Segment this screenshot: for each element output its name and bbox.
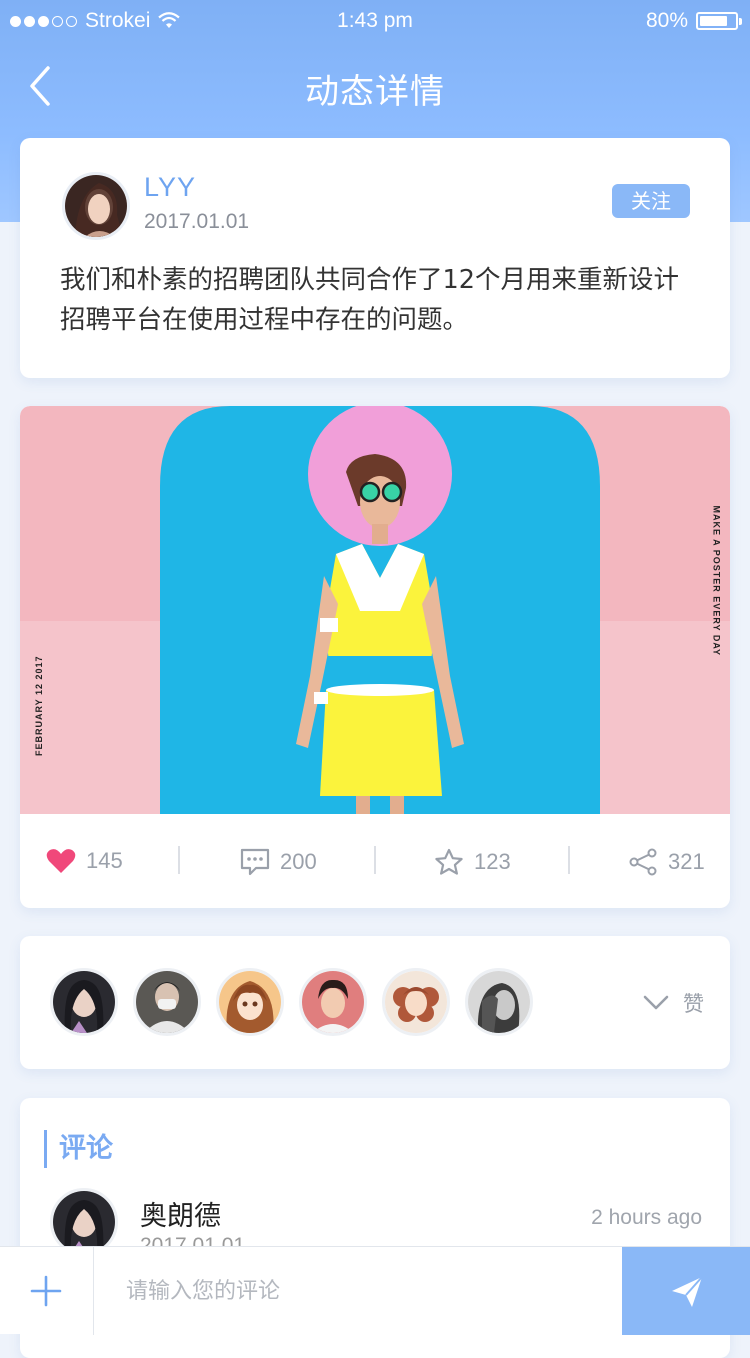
plus-icon <box>30 1275 62 1307</box>
stat-divider <box>178 846 180 874</box>
nav-bar: 动态详情 <box>0 50 750 120</box>
favorite-stat[interactable]: 123 <box>434 848 511 876</box>
author-avatar[interactable] <box>62 172 130 240</box>
share-count: 321 <box>668 849 705 874</box>
liker-avatar-image <box>219 971 281 1033</box>
poster-illustration <box>20 406 730 814</box>
post-card: LYY 2017.01.01 关注 我们和朴素的招聘团队共同合作了12个月用来重… <box>20 138 730 378</box>
share-icon <box>629 848 657 876</box>
liker-avatar[interactable] <box>50 968 118 1036</box>
comment-composer <box>0 1246 750 1335</box>
author-name[interactable]: LYY <box>144 172 196 203</box>
like-count: 145 <box>86 848 123 873</box>
status-time: 1:43 pm <box>337 9 413 32</box>
chevron-down-icon <box>643 995 669 1010</box>
likes-card: 赞 <box>20 936 730 1069</box>
page-title: 动态详情 <box>305 72 445 112</box>
comment-stat[interactable]: 200 <box>240 848 317 876</box>
comment-count: 200 <box>280 849 317 874</box>
liker-avatar[interactable] <box>216 968 284 1036</box>
heart-icon <box>46 849 76 873</box>
post-text: 我们和朴素的招聘团队共同合作了12个月用来重新设计招聘平台在使用过程中存在的问题… <box>60 265 679 335</box>
liker-avatar[interactable] <box>299 968 367 1036</box>
poster-left-caption: FEBRUARY 12 2017 <box>34 655 44 756</box>
status-bar: Strokei 1:43 pm 80% <box>0 0 750 42</box>
add-attachment-button[interactable] <box>0 1247 94 1335</box>
liker-avatar-image <box>302 971 364 1033</box>
favorite-count: 123 <box>474 849 511 874</box>
commenter-avatar-image <box>53 1191 115 1253</box>
comment-icon <box>240 848 270 876</box>
battery-percent: 80% <box>645 9 688 32</box>
post-image[interactable]: FEBRUARY 12 2017 MAKE A POSTER EVERY DAY <box>20 406 730 814</box>
battery-icon <box>696 12 742 30</box>
likes-label: 赞 <box>683 992 704 1016</box>
liker-avatar-image <box>385 971 447 1033</box>
comment-input[interactable] <box>96 1247 622 1335</box>
like-stat[interactable]: 145 <box>46 848 123 874</box>
commenter-name[interactable]: 奥朗德 <box>140 1194 221 1233</box>
star-icon <box>435 848 463 875</box>
comments-section-title: 评论 <box>44 1130 113 1168</box>
stat-divider <box>568 846 570 874</box>
liker-avatar[interactable] <box>382 968 450 1036</box>
image-card: FEBRUARY 12 2017 MAKE A POSTER EVERY DAY… <box>20 406 730 908</box>
author-avatar-image <box>65 175 127 237</box>
follow-button[interactable]: 关注 <box>612 184 690 218</box>
status-right: 80% <box>645 9 742 33</box>
comment-relative-time: 2 hours ago <box>591 1206 702 1229</box>
send-button[interactable] <box>622 1247 750 1335</box>
liker-avatar[interactable] <box>465 968 533 1036</box>
send-icon <box>672 1276 703 1307</box>
likes-expand-toggle[interactable]: 赞 <box>643 988 704 1018</box>
post-date: 2017.01.01 <box>144 210 250 233</box>
liker-avatar-image <box>136 971 198 1033</box>
liker-avatar[interactable] <box>133 968 201 1036</box>
stat-divider <box>374 846 376 874</box>
liker-avatar-image <box>53 971 115 1033</box>
liker-avatar-image <box>468 971 530 1033</box>
share-stat[interactable]: 321 <box>628 848 705 876</box>
poster-right-caption: MAKE A POSTER EVERY DAY <box>712 505 722 656</box>
post-stats: 145 200 123 321 <box>20 814 730 908</box>
